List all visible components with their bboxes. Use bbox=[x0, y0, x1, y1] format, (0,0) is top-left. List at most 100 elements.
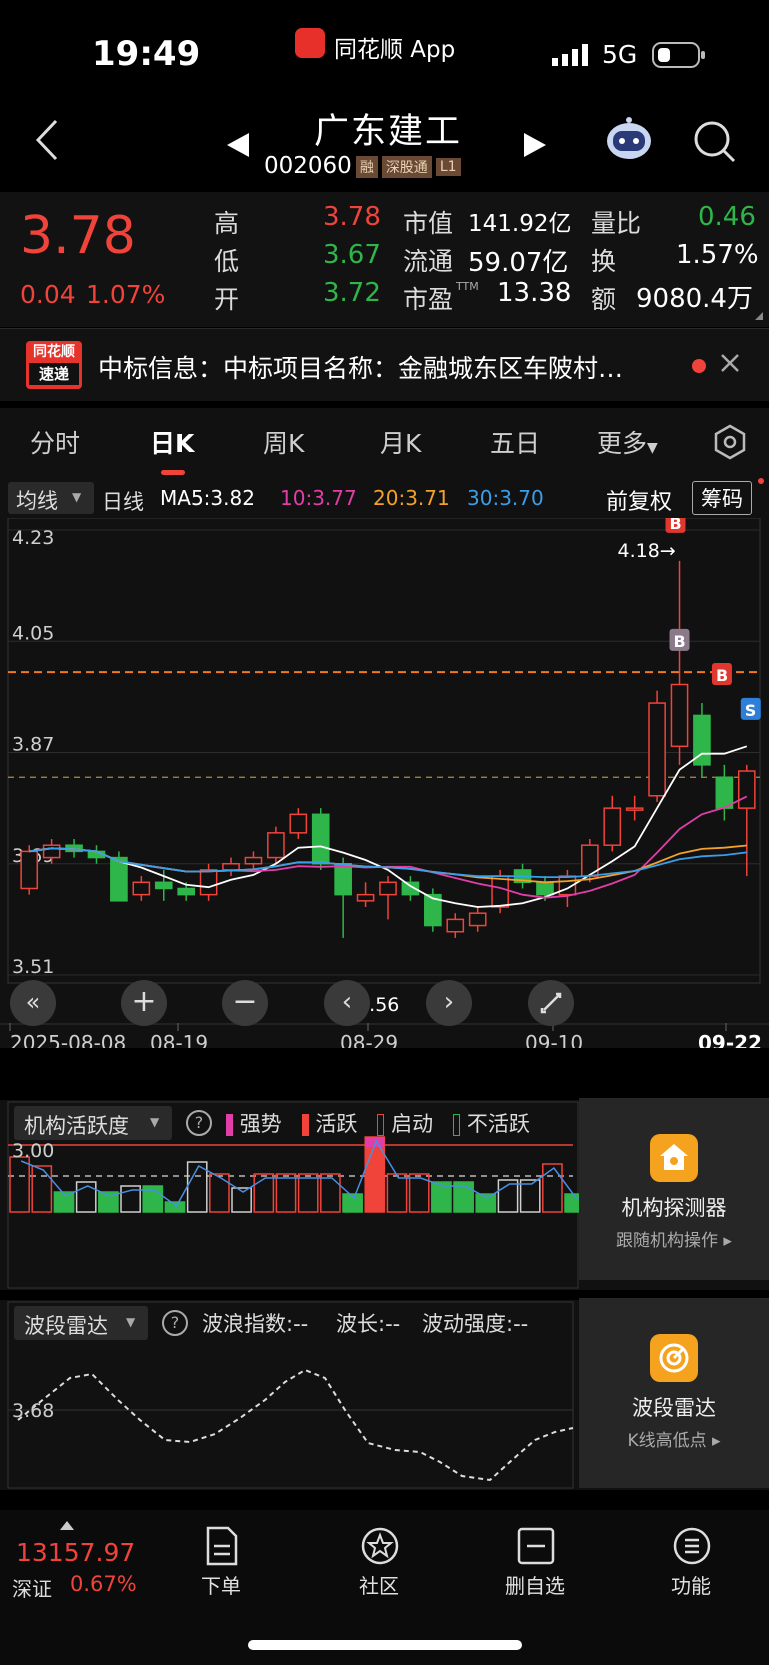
mktcap-label: 市值 bbox=[403, 209, 454, 238]
candle-body bbox=[648, 702, 666, 797]
candle-body bbox=[356, 893, 375, 902]
wave-radar-sub-text: K线高低点 bbox=[627, 1431, 707, 1451]
wave-radar-card[interactable]: 波段雷达 K线高低点 ▸ bbox=[579, 1298, 769, 1488]
ma5-value: MA5:3.82 bbox=[160, 486, 255, 510]
tag-connect: 深股通 bbox=[381, 155, 432, 178]
tag-level: L1 bbox=[435, 157, 461, 176]
community-icon[interactable] bbox=[360, 1526, 400, 1570]
period-label: 日线 bbox=[102, 490, 144, 514]
nav-functions[interactable]: 功能 bbox=[646, 1570, 736, 1599]
signal-label: B bbox=[674, 632, 686, 651]
tab-five-day[interactable]: 五日 bbox=[490, 424, 540, 460]
tab-more-label: 更多 bbox=[597, 429, 648, 458]
robot-assistant-icon[interactable] bbox=[604, 115, 654, 169]
rewind-icon[interactable]: « bbox=[10, 980, 56, 1026]
settings-hex-icon[interactable] bbox=[712, 424, 748, 464]
chip-button[interactable]: 筹码 bbox=[692, 481, 752, 515]
adjust-mode[interactable]: 前复权 bbox=[606, 484, 672, 516]
float-value: 59.07亿 bbox=[468, 248, 569, 278]
stock-name: 广东建工 bbox=[314, 112, 463, 152]
candle-body bbox=[244, 856, 263, 865]
ma-dropdown-label: 均线 bbox=[16, 489, 58, 513]
back-icon[interactable] bbox=[32, 117, 62, 167]
clock: 19:49 bbox=[92, 34, 201, 74]
index-expand-icon[interactable] bbox=[60, 1521, 74, 1530]
activity-bar bbox=[564, 1193, 580, 1213]
candle-body bbox=[715, 776, 734, 809]
menu-icon[interactable] bbox=[672, 1526, 712, 1570]
candle-body bbox=[199, 869, 218, 896]
last-price: 3.78 bbox=[20, 206, 136, 266]
indicator2-level: 3.68 bbox=[12, 1400, 55, 1422]
home-indicator bbox=[248, 1640, 522, 1650]
high-value: 3.78 bbox=[323, 202, 381, 232]
scroll-right-icon[interactable]: › bbox=[426, 980, 472, 1026]
turnover-label: 换 bbox=[591, 247, 617, 276]
tab-weekly[interactable]: 周K bbox=[263, 424, 304, 460]
activity-bar bbox=[320, 1173, 341, 1213]
scroll-left-icon[interactable]: ‹ bbox=[324, 980, 370, 1026]
ma20-value: 20:3.71 bbox=[373, 486, 450, 510]
status-bar: 19:49 同花顺 App 5G bbox=[0, 0, 769, 95]
news-text[interactable]: 中标信息：中标项目名称：金融城东区车陂村… bbox=[98, 349, 623, 385]
y-tick-label: 3.51 bbox=[12, 956, 54, 978]
expand-corner-icon[interactable] bbox=[755, 312, 763, 320]
nav-community[interactable]: 社区 bbox=[334, 1570, 424, 1599]
remove-watchlist-icon[interactable] bbox=[516, 1526, 556, 1570]
kline-chart[interactable]: 4.234.053.873.693.514.18→←3.56BBSB2025-0… bbox=[0, 510, 769, 1066]
candle-body bbox=[42, 844, 61, 859]
activity-bar bbox=[164, 1201, 186, 1213]
candle-body bbox=[379, 881, 397, 896]
index-value[interactable]: 13157.97 bbox=[16, 1538, 135, 1567]
tab-monthly[interactable]: 月K bbox=[380, 424, 421, 460]
kline-svg[interactable]: 4.234.053.873.693.514.18→←3.56BBSB2025-0… bbox=[0, 510, 769, 1066]
candle-body bbox=[468, 912, 487, 927]
signal-label: B bbox=[716, 666, 728, 685]
institution-detector-card[interactable]: 机构探测器 跟随机构操作 ▸ bbox=[579, 1098, 769, 1280]
wave-radar-panel: 波段雷达 ▼ ? 波浪指数:-- 波长:-- 波动强度:-- 3.68 波段雷达… bbox=[0, 1298, 769, 1490]
volratio-label: 量比 bbox=[591, 209, 642, 238]
institution-detector-title: 机构探测器 bbox=[621, 1196, 727, 1220]
x-tick-label: 08-29 bbox=[340, 1031, 398, 1048]
ma-dropdown[interactable]: 均线 ▼ bbox=[8, 482, 94, 514]
close-icon[interactable] bbox=[720, 353, 740, 377]
next-stock-icon[interactable] bbox=[522, 131, 548, 163]
news-ticker[interactable]: 同花顺 速递 中标信息：中标项目名称：金融城东区车陂村… bbox=[0, 328, 769, 401]
candle-body bbox=[222, 863, 240, 871]
fullscreen-icon[interactable] bbox=[528, 980, 574, 1026]
candle-body bbox=[20, 850, 39, 890]
zoom-in-icon[interactable]: + bbox=[121, 980, 167, 1026]
wave-line-svg bbox=[7, 1301, 574, 1489]
search-icon[interactable] bbox=[692, 119, 736, 167]
tab-intraday[interactable]: 分时 bbox=[30, 424, 80, 460]
float-label: 流通 bbox=[403, 247, 454, 276]
activity-bar bbox=[297, 1173, 319, 1213]
news-badge: 同花顺 速递 bbox=[26, 341, 82, 389]
activity-bar bbox=[275, 1173, 297, 1213]
price-change-pct: 1.07% bbox=[86, 280, 166, 309]
candle-body bbox=[311, 813, 330, 865]
stock-header: 广东建工 002060 融深股通 L1 bbox=[0, 95, 769, 190]
activity-bar bbox=[542, 1163, 563, 1213]
candle-body bbox=[110, 856, 128, 902]
candle-body bbox=[625, 807, 644, 811]
prev-stock-icon[interactable] bbox=[225, 131, 251, 163]
app-logo-icon bbox=[295, 28, 325, 58]
stock-code: 002060 融深股通 L1 bbox=[264, 153, 461, 179]
activity-bar bbox=[386, 1173, 408, 1213]
order-icon[interactable] bbox=[204, 1526, 240, 1570]
radar-icon bbox=[650, 1334, 698, 1382]
nav-remove-watchlist[interactable]: 删自选 bbox=[490, 1570, 580, 1599]
mktcap-value: 141.92亿 bbox=[468, 211, 572, 237]
tab-more[interactable]: 更多▼ bbox=[597, 424, 658, 460]
tab-daily[interactable]: 日K bbox=[150, 424, 194, 460]
activity-bar bbox=[31, 1165, 53, 1213]
tag-margin: 融 bbox=[355, 155, 378, 178]
nav-order[interactable]: 下单 bbox=[176, 1570, 266, 1599]
candle-body bbox=[446, 918, 465, 933]
activity-bars-svg bbox=[7, 1101, 580, 1289]
zoom-out-icon[interactable]: − bbox=[222, 980, 268, 1026]
app-name: 同花顺 App bbox=[334, 37, 456, 63]
high-label: 高 bbox=[214, 209, 240, 238]
institution-activity-panel: 机构活跃度 ▼ ? 强势 活跃 启动 不活跃 弱势 3.00 机构探测器 跟随机… bbox=[0, 1098, 769, 1290]
